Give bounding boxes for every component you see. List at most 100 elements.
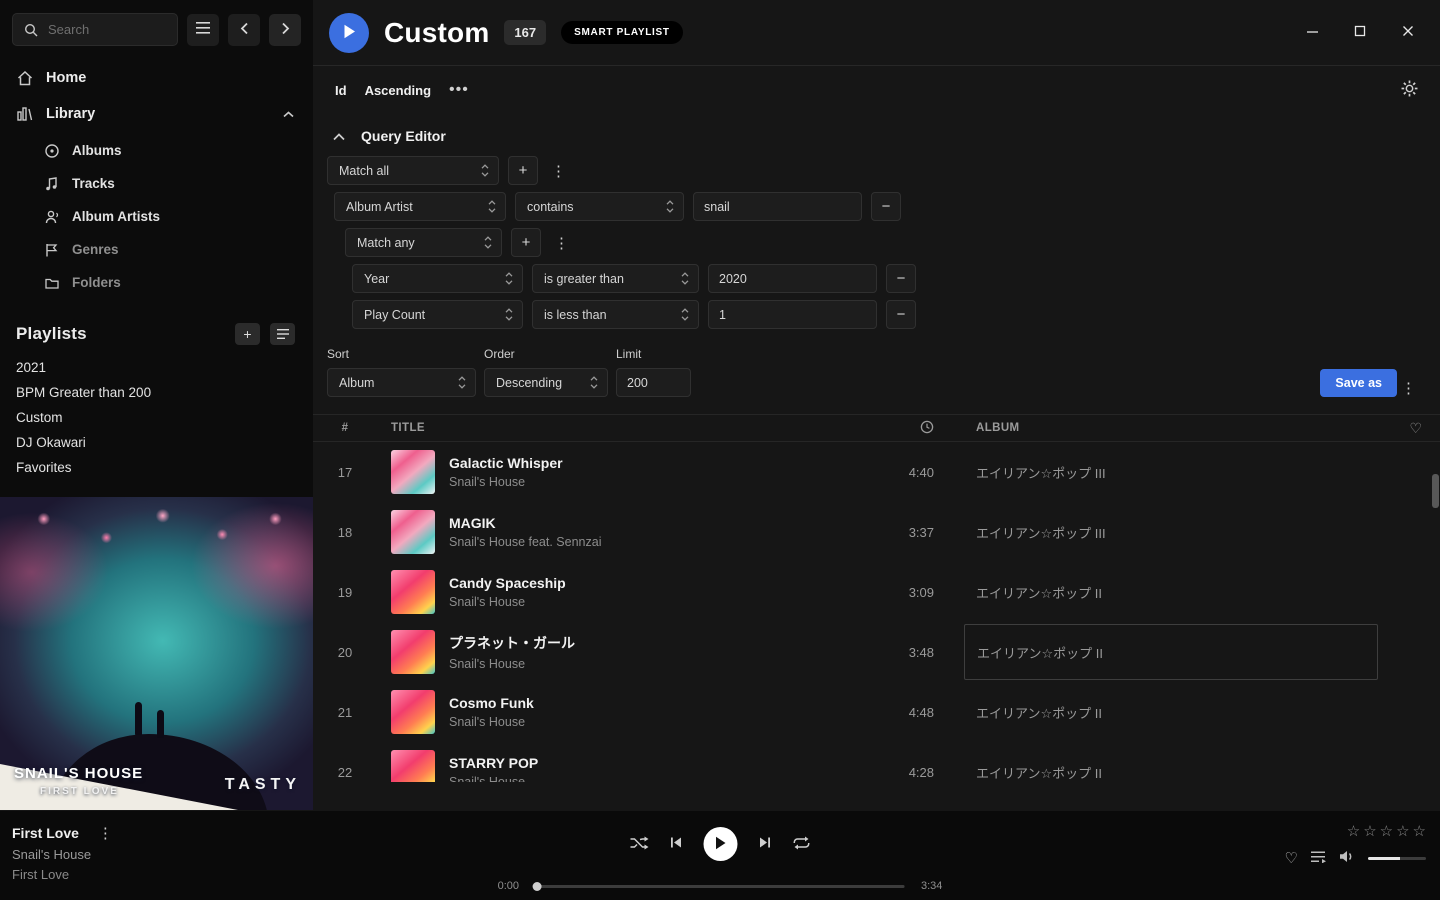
star-icon[interactable]: ☆ xyxy=(1396,824,1409,839)
next-button[interactable] xyxy=(759,836,772,852)
rule-field-select[interactable]: Year xyxy=(352,264,523,293)
scrollbar-thumb[interactable] xyxy=(1432,474,1439,508)
playlist-item[interactable]: 2021 xyxy=(16,355,297,380)
group-menu-button[interactable]: ⋮ xyxy=(550,234,573,252)
track-table: # TITLE ALBUM ♡ 17 Galactic Whisper Snai… xyxy=(313,414,1440,782)
table-row[interactable]: 19 Candy Spaceship Snail's House 3:09 エイ… xyxy=(313,562,1440,622)
remove-rule-button[interactable]: − xyxy=(886,264,916,293)
star-icon[interactable]: ☆ xyxy=(1363,824,1376,839)
add-group-rule-button[interactable]: + xyxy=(511,228,541,257)
seek-handle[interactable] xyxy=(533,882,542,891)
sidebar-item-album-artists[interactable]: Album Artists xyxy=(0,200,313,233)
window-controls xyxy=(1304,25,1424,41)
column-header-album[interactable]: ALBUM xyxy=(952,422,1392,434)
shuffle-button[interactable] xyxy=(630,836,649,853)
save-as-button[interactable]: Save as xyxy=(1320,369,1397,397)
match-all-select[interactable]: Match all xyxy=(327,156,499,185)
limit-input[interactable] xyxy=(616,368,691,397)
column-header-index[interactable]: # xyxy=(313,422,377,434)
favorite-button[interactable]: ♡ xyxy=(1285,849,1298,867)
plus-icon: + xyxy=(522,234,531,251)
now-playing-artwork[interactable]: SNAIL'S HOUSE FIRST LOVE TASTY xyxy=(0,497,313,810)
sort-direction-button[interactable]: Ascending xyxy=(365,83,431,98)
add-rule-button[interactable]: + xyxy=(508,156,538,185)
table-row[interactable]: 20 プラネット・ガール Snail's House 3:48 エイリアン☆ポッ… xyxy=(313,622,1440,682)
chevron-up-icon[interactable] xyxy=(280,111,297,118)
nav-back-button[interactable] xyxy=(228,14,260,46)
match-any-select[interactable]: Match any xyxy=(345,228,502,257)
now-playing-menu-button[interactable]: ⋮ xyxy=(94,824,117,842)
track-album-focused-cell[interactable]: エイリアン☆ポップ II xyxy=(964,624,1378,680)
remove-rule-button[interactable]: − xyxy=(871,192,901,221)
rule-group-menu-button[interactable]: ⋮ xyxy=(547,162,570,180)
sidebar-item-folders[interactable]: Folders xyxy=(0,266,313,299)
sidebar-item-home[interactable]: Home xyxy=(0,60,313,96)
previous-button[interactable] xyxy=(670,836,683,852)
rule-field-select[interactable]: Album Artist xyxy=(334,192,506,221)
table-row[interactable]: 18 MAGIK Snail's House feat. Sennzai 3:3… xyxy=(313,502,1440,562)
close-icon xyxy=(1402,25,1414,40)
minimize-icon xyxy=(1306,25,1319,41)
track-thumbnail xyxy=(391,510,435,554)
rule-value-input[interactable] xyxy=(708,300,877,329)
playlist-item[interactable]: BPM Greater than 200 xyxy=(16,380,297,405)
seek-bar[interactable] xyxy=(535,885,905,888)
search-box[interactable] xyxy=(12,13,178,46)
minimize-button[interactable] xyxy=(1304,25,1320,41)
sort-select[interactable]: Album xyxy=(327,368,476,397)
sort-field-button[interactable]: Id xyxy=(335,83,347,98)
rule-field-select[interactable]: Play Count xyxy=(352,300,523,329)
search-input[interactable] xyxy=(46,21,168,38)
playlist-item[interactable]: Favorites xyxy=(16,455,297,480)
updown-caret-icon xyxy=(505,308,513,321)
track-duration: 4:48 xyxy=(862,705,952,720)
rule-operator-select[interactable]: contains xyxy=(515,192,684,221)
save-menu-button[interactable]: ⋮ xyxy=(1397,379,1420,397)
library-sub-items: Albums Tracks Album Artists Genres Folde… xyxy=(0,132,313,303)
star-icon[interactable]: ☆ xyxy=(1413,824,1426,839)
column-header-title[interactable]: TITLE xyxy=(377,422,862,434)
settings-button[interactable] xyxy=(1401,80,1418,100)
play-icon xyxy=(343,24,356,42)
star-icon[interactable]: ☆ xyxy=(1347,824,1360,839)
nav-forward-button[interactable] xyxy=(269,14,301,46)
rule-operator-select[interactable]: is less than xyxy=(532,300,699,329)
remove-rule-button[interactable]: − xyxy=(886,300,916,329)
play-playlist-button[interactable] xyxy=(329,13,369,53)
track-thumbnail xyxy=(391,450,435,494)
table-row[interactable]: 22 STARRY POP Snail's House 4:28 エイリアン☆ポ… xyxy=(313,742,1440,782)
menu-button[interactable] xyxy=(187,14,219,46)
sidebar-item-albums[interactable]: Albums xyxy=(0,134,313,167)
table-row[interactable]: 17 Galactic Whisper Snail's House 4:40 エ… xyxy=(313,442,1440,502)
sidebar-item-genres[interactable]: Genres xyxy=(0,233,313,266)
track-title: Candy Spaceship xyxy=(449,575,566,591)
playlist-list-button[interactable] xyxy=(270,323,295,345)
table-row[interactable]: 21 Cosmo Funk Snail's House 4:48 エイリアン☆ポ… xyxy=(313,682,1440,742)
column-header-duration[interactable] xyxy=(862,420,952,437)
close-button[interactable] xyxy=(1400,25,1416,41)
kebab-icon: ⋮ xyxy=(1401,380,1416,397)
add-playlist-button[interactable]: + xyxy=(235,323,260,345)
repeat-button[interactable] xyxy=(793,836,811,853)
rule-operator-select[interactable]: is greater than xyxy=(532,264,699,293)
playlist-item[interactable]: Custom xyxy=(16,405,297,430)
star-icon[interactable]: ☆ xyxy=(1380,824,1393,839)
playlist-item[interactable]: DJ Okawari xyxy=(16,430,297,455)
queue-button[interactable] xyxy=(1311,850,1326,867)
more-options-button[interactable]: ••• xyxy=(449,81,469,99)
track-title: Cosmo Funk xyxy=(449,695,534,711)
column-header-favorite[interactable]: ♡ xyxy=(1392,420,1440,437)
play-pause-button[interactable] xyxy=(704,827,738,861)
progress-section: 0:00 3:34 xyxy=(498,880,943,892)
volume-button[interactable] xyxy=(1339,850,1355,867)
collapse-query-editor-button[interactable] xyxy=(333,129,345,144)
sidebar-item-library[interactable]: Library xyxy=(0,96,313,132)
sidebar-item-tracks[interactable]: Tracks xyxy=(0,167,313,200)
maximize-button[interactable] xyxy=(1352,25,1368,41)
updown-caret-icon xyxy=(484,236,492,249)
volume-slider[interactable] xyxy=(1368,857,1426,860)
order-select[interactable]: Descending xyxy=(484,368,608,397)
rule-value-input[interactable] xyxy=(693,192,862,221)
rule-value-input[interactable] xyxy=(708,264,877,293)
music-note-icon xyxy=(44,177,59,191)
